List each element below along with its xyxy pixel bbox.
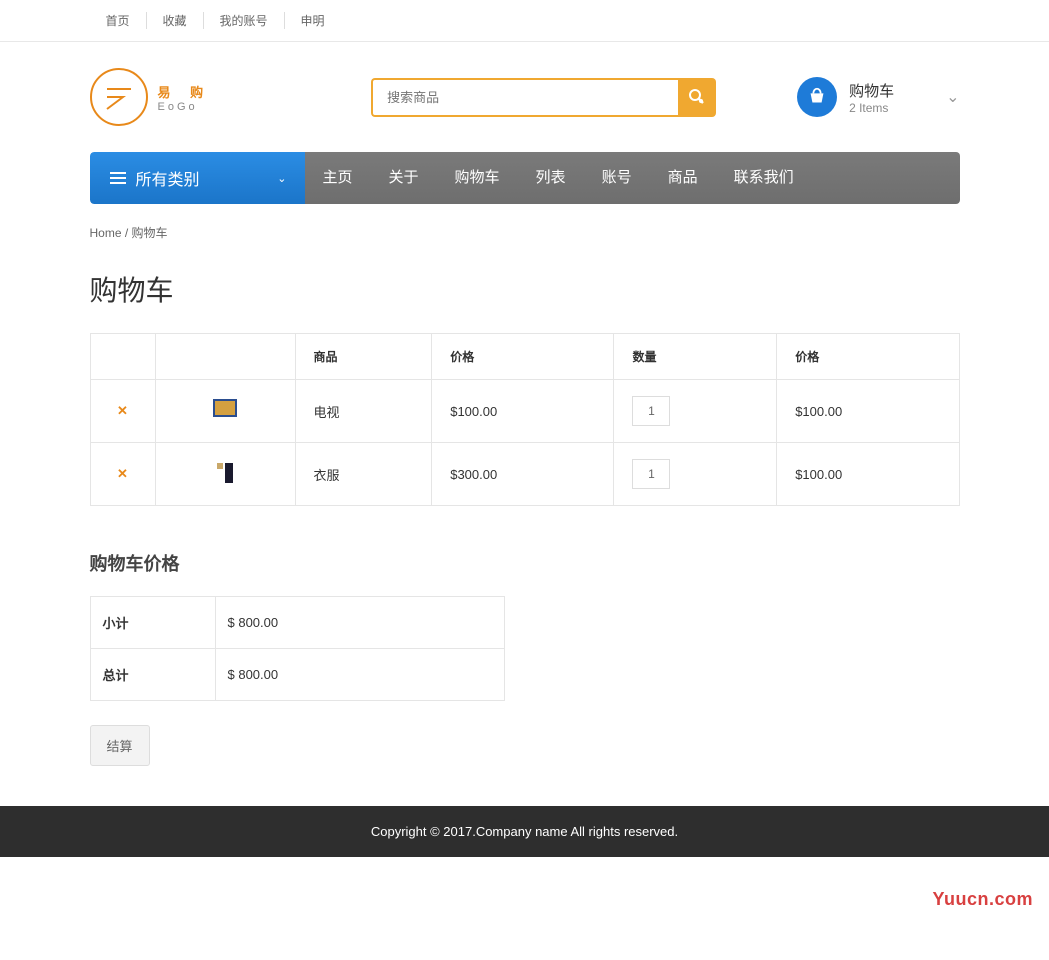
- product-name: 衣服: [295, 443, 432, 506]
- cart-table: 商品 价格 数量 价格 ✕ 电视 $100.00 $100.00 ✕ 衣服 $3…: [90, 333, 960, 506]
- nav-product[interactable]: 商品: [650, 152, 716, 204]
- breadcrumb: Home / 购物车: [90, 224, 960, 241]
- topnav-favorite[interactable]: 收藏: [147, 12, 204, 29]
- nav-account[interactable]: 账号: [584, 152, 650, 204]
- table-row: ✕ 衣服 $300.00 $100.00: [90, 443, 959, 506]
- footer-text: Copyright © 2017.Company name All rights…: [371, 824, 678, 839]
- col-remove: [90, 334, 155, 380]
- table-row: ✕ 电视 $100.00 $100.00: [90, 380, 959, 443]
- logo-text-en: EoGo: [158, 101, 212, 113]
- subtotal-value: $ 800.00: [215, 597, 504, 649]
- nav-contact[interactable]: 联系我们: [716, 152, 812, 204]
- page-title: 购物车: [90, 269, 960, 309]
- cart-icon: [797, 77, 837, 117]
- remove-button[interactable]: ✕: [109, 403, 137, 419]
- search-input[interactable]: [371, 78, 678, 117]
- product-total: $100.00: [777, 380, 959, 443]
- col-qty: 数量: [614, 334, 777, 380]
- cart-widget-title: 购物车: [849, 80, 894, 101]
- qty-input[interactable]: [632, 459, 670, 489]
- remove-button[interactable]: ✕: [109, 466, 137, 482]
- nav-bar: 所有类别 ⌄ 主页 关于 购物车 列表 账号 商品 联系我们: [90, 152, 960, 204]
- logo-text-cn: 易 购: [158, 82, 212, 101]
- topnav-shenming[interactable]: 申明: [285, 12, 341, 29]
- menu-icon: [110, 171, 126, 185]
- topnav-account[interactable]: 我的账号: [204, 12, 285, 29]
- product-name: 电视: [295, 380, 432, 443]
- top-bar: 首页 收藏 我的账号 申明: [0, 0, 1049, 42]
- category-dropdown[interactable]: 所有类别 ⌄: [90, 152, 305, 204]
- chevron-down-icon: ⌄: [946, 87, 959, 107]
- col-product: 商品: [295, 334, 432, 380]
- search-icon: [687, 87, 707, 107]
- logo[interactable]: 易 购 EoGo: [90, 68, 212, 126]
- product-image[interactable]: [213, 399, 237, 423]
- topnav-home[interactable]: 首页: [90, 12, 147, 29]
- cart-widget[interactable]: 购物车 2 Items ⌄: [797, 77, 959, 117]
- total-value: $ 800.00: [215, 649, 504, 701]
- watermark: Yuucn.com: [932, 889, 1033, 910]
- product-total: $100.00: [777, 443, 959, 506]
- nav-list[interactable]: 列表: [518, 152, 584, 204]
- totals-title: 购物车价格: [90, 550, 960, 576]
- col-image: [155, 334, 295, 380]
- nav-cart[interactable]: 购物车: [437, 152, 518, 204]
- product-image[interactable]: [213, 461, 237, 485]
- totals-table: 小计 $ 800.00 总计 $ 800.00: [90, 596, 505, 701]
- footer: Copyright © 2017.Company name All rights…: [0, 806, 1049, 857]
- search-form: [371, 78, 716, 117]
- nav-about[interactable]: 关于: [371, 152, 437, 204]
- cart-widget-count: 2 Items: [849, 101, 894, 115]
- chevron-down-icon: ⌄: [277, 172, 286, 185]
- breadcrumb-home[interactable]: Home: [90, 226, 122, 240]
- qty-input[interactable]: [632, 396, 670, 426]
- product-price: $100.00: [432, 380, 614, 443]
- col-price: 价格: [432, 334, 614, 380]
- nav-home[interactable]: 主页: [305, 152, 371, 204]
- breadcrumb-current: 购物车: [132, 226, 168, 240]
- total-label: 总计: [90, 649, 215, 701]
- logo-icon: [90, 68, 148, 126]
- search-button[interactable]: [678, 78, 716, 117]
- category-dropdown-label: 所有类别: [136, 166, 200, 190]
- product-price: $300.00: [432, 443, 614, 506]
- header: 易 购 EoGo 购物车 2 Items ⌄: [90, 42, 960, 152]
- main: Home / 购物车 购物车 商品 价格 数量 价格 ✕ 电视 $100.00 …: [90, 204, 960, 806]
- checkout-button[interactable]: 结算: [90, 725, 150, 766]
- col-total: 价格: [777, 334, 959, 380]
- subtotal-label: 小计: [90, 597, 215, 649]
